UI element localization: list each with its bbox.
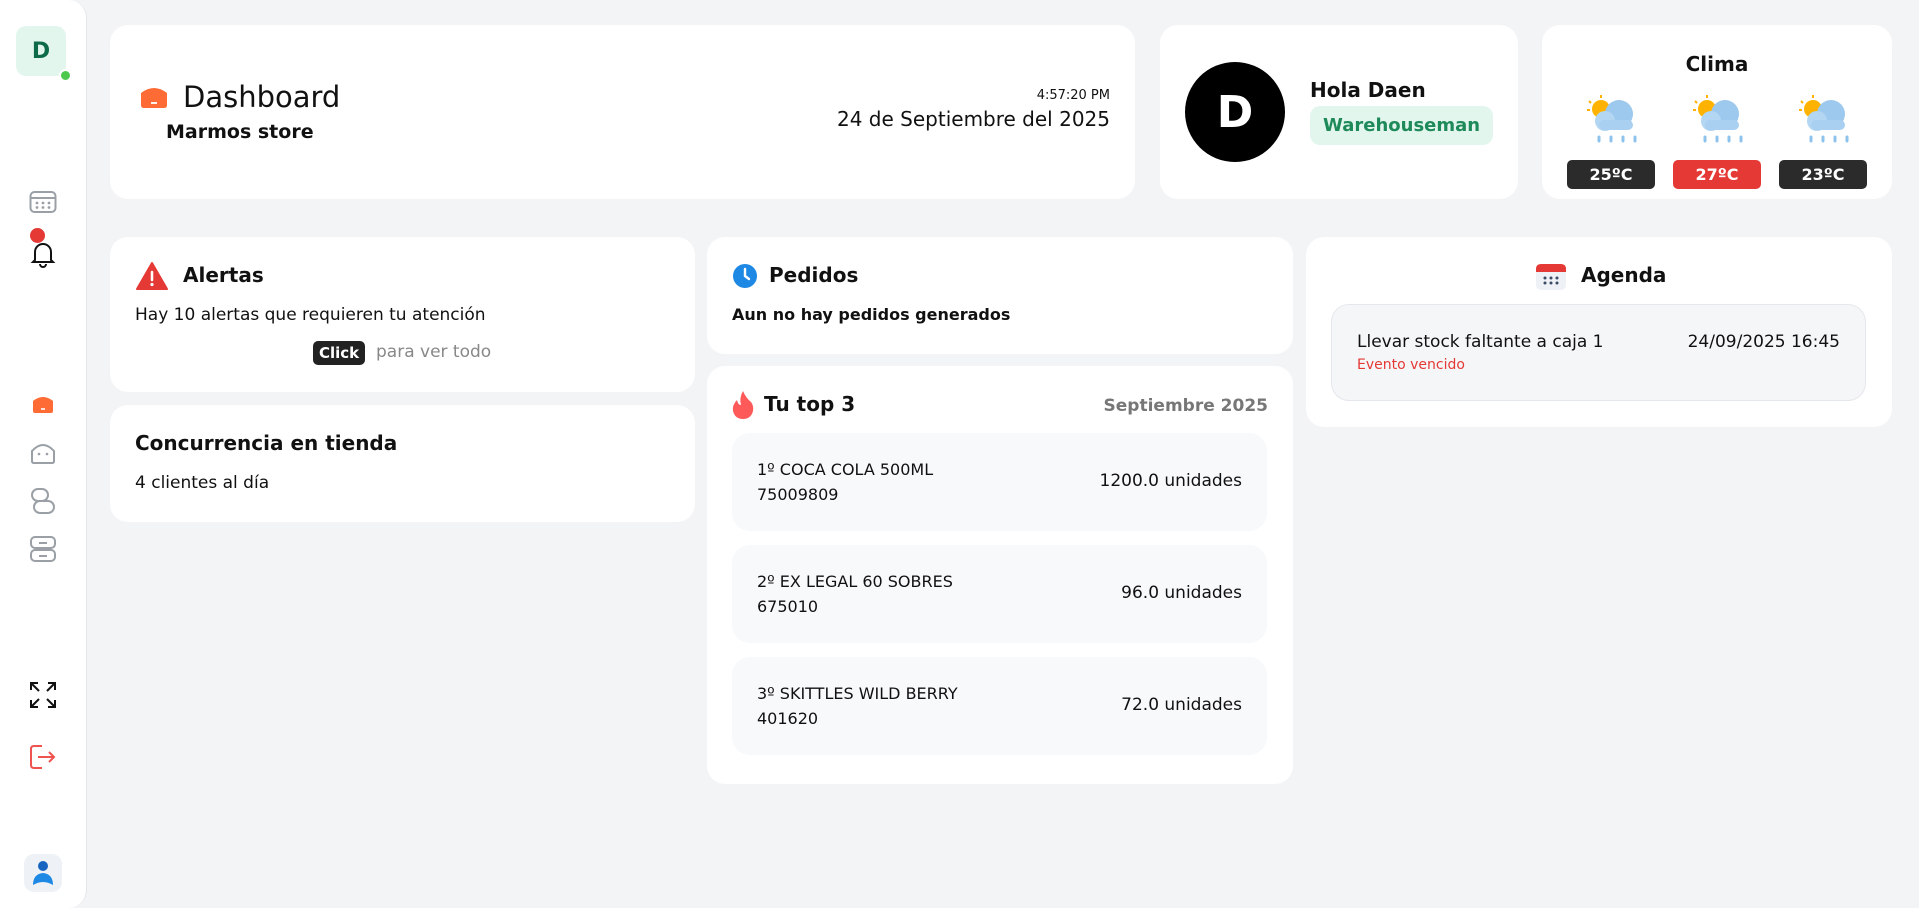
view-all-hint: para ver todo [376,342,492,362]
agenda-event[interactable]: Llevar stock faltante a caja 1 Evento ve… [1331,304,1866,401]
weather-day: 25ºC [1567,82,1655,189]
concurrency-card: Concurrencia en tienda 4 clientes al día [110,405,695,522]
header-card: Dashboard Marmos store 4:57:20 PM 24 de … [110,25,1135,199]
temperature-badge: 27ºC [1673,160,1761,189]
agenda-card: Agenda Llevar stock faltante a caja 1 Ev… [1306,237,1892,427]
orders-title: Pedidos [769,263,859,287]
orders-card: Pedidos Aun no hay pedidos generados [707,237,1293,354]
brand-logo-icon [24,854,62,892]
greeting: Hola Daen [1310,78,1426,102]
alerts-message: Hay 10 alertas que requieren tu atención [135,305,486,325]
weather-day: 23ºC [1779,82,1867,189]
partly-cloudy-rain-icon [1567,82,1655,160]
page-title: Dashboard [183,80,341,114]
expand-icon[interactable] [28,680,58,710]
list-item[interactable]: 3º SKITTLES WILD BERRY 401620 72.0 unida… [732,657,1267,755]
current-time: 4:57:20 PM [1036,88,1110,103]
temperature-badge: 25ºC [1567,160,1655,189]
home-icon[interactable] [28,388,58,418]
product-units: 1200.0 unidades [1099,471,1242,491]
temperature-badge: 23ºC [1779,160,1867,189]
weather-title: Clima [1685,52,1749,76]
notification-dot [30,228,45,243]
product-units: 72.0 unidades [1121,695,1242,715]
product-name: 1º COCA COLA 500ML [757,460,934,479]
product-code: 75009809 [757,485,839,504]
bag-icon[interactable] [28,437,58,467]
server-icon[interactable] [28,534,58,564]
warning-icon [135,261,169,295]
alerts-title: Alertas [183,263,264,287]
store-avatar-letter: D [31,38,51,64]
weather-card: Clima 25ºC 27ºC 23ºC [1542,25,1892,199]
store-name: Marmos store [166,121,314,143]
list-item[interactable]: 1º COCA COLA 500ML 75009809 1200.0 unida… [732,433,1267,531]
list-item[interactable]: 2º EX LEGAL 60 SOBRES 675010 96.0 unidad… [732,545,1267,643]
product-units: 96.0 unidades [1121,583,1242,603]
calendar-icon[interactable] [28,187,58,217]
view-all-alerts-button[interactable]: Click [313,341,366,365]
sidebar: D [0,0,87,908]
partly-cloudy-rain-icon [1779,82,1867,160]
top-title: Tu top 3 [764,392,856,416]
alerts-card: Alertas Hay 10 alertas que requieren tu … [110,237,695,392]
online-status-dot [59,69,72,82]
role-badge: Warehouseman [1310,106,1494,145]
store-avatar[interactable]: D [16,26,72,82]
agenda-title: Agenda [1581,263,1667,287]
top-period: Septiembre 2025 [1103,396,1268,416]
partly-cloudy-rain-icon [1673,82,1761,160]
user-card: D Hola Daen Warehouseman [1160,25,1518,199]
event-status: Evento vencido [1357,357,1465,373]
concurrency-value: 4 clientes al día [135,473,270,493]
product-code: 401620 [757,709,819,728]
top-products-card: Tu top 3 Septiembre 2025 1º COCA COLA 50… [707,366,1293,784]
product-code: 675010 [757,597,819,616]
bell-icon[interactable] [28,239,58,269]
fire-icon [732,390,754,424]
avatar[interactable]: D [1185,62,1285,162]
event-title: Llevar stock faltante a caja 1 [1357,332,1604,352]
calendar-icon [1535,261,1567,295]
weather-day: 27ºC [1673,82,1761,189]
product-name: 2º EX LEGAL 60 SOBRES [757,572,953,591]
product-name: 3º SKITTLES WILD BERRY [757,684,958,703]
orders-empty-message: Aun no hay pedidos generados [732,305,1011,324]
current-date: 24 de Septiembre del 2025 [837,107,1110,131]
clock-icon [732,263,758,293]
users-icon[interactable] [28,486,58,516]
home-icon [138,83,170,113]
concurrency-title: Concurrencia en tienda [135,431,398,455]
event-datetime: 24/09/2025 16:45 [1687,332,1840,352]
logout-icon[interactable] [28,742,58,772]
